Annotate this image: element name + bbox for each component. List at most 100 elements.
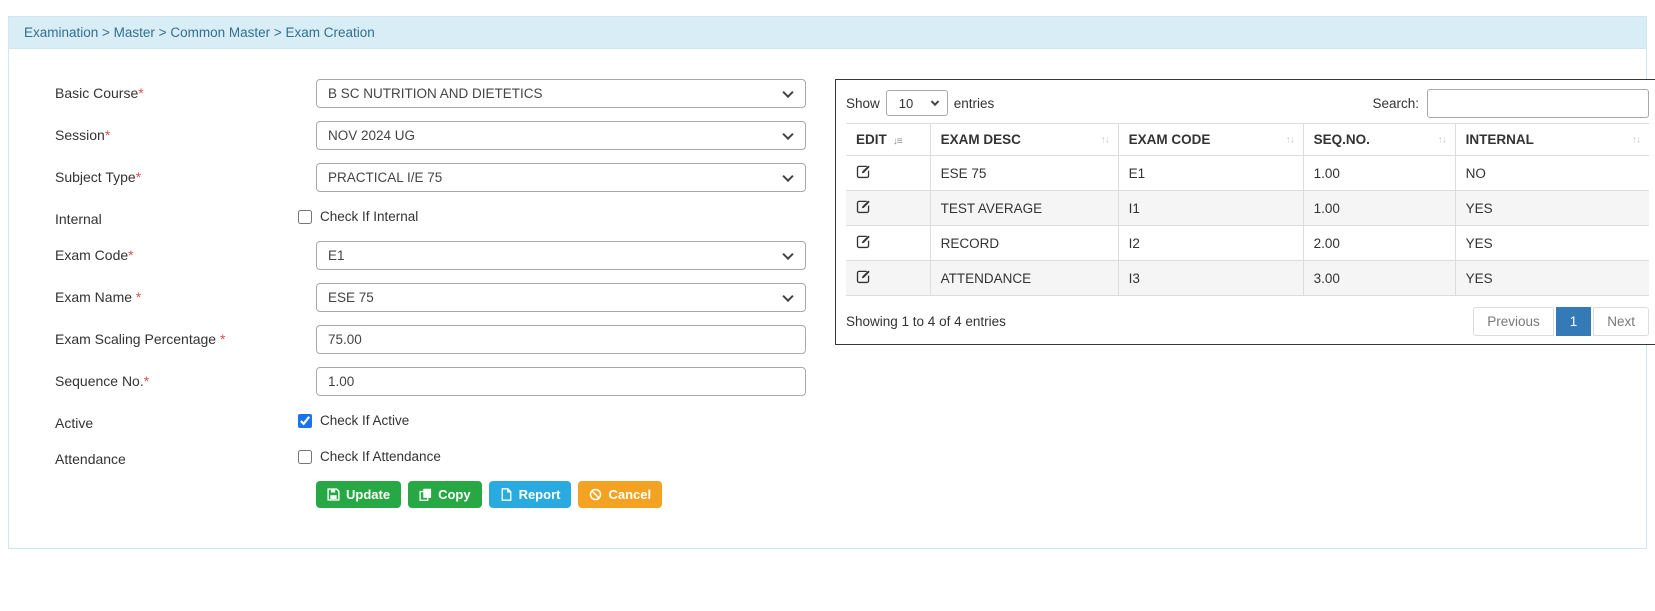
- required-star: *: [138, 85, 143, 101]
- required-star: *: [105, 127, 110, 143]
- table-row: TEST AVERAGE I1 1.00 YES: [846, 191, 1649, 226]
- table-row: ATTENDANCE I3 3.00 YES: [846, 261, 1649, 296]
- breadcrumb: Examination > Master > Common Master > E…: [9, 17, 1646, 49]
- chevron-down-icon: [782, 86, 793, 97]
- search-control: Search:: [1372, 89, 1649, 118]
- entries-label: entries: [954, 96, 995, 111]
- edit-cell: [846, 191, 930, 226]
- basic-course-label: Basic Course*: [55, 79, 316, 101]
- datatable-wrapper: Show 10 entries Search:: [835, 79, 1655, 345]
- sequence-no-input[interactable]: [316, 367, 806, 396]
- exam-table-section: Show 10 entries Search:: [835, 79, 1655, 345]
- pencil-square-icon: [856, 167, 871, 182]
- subject-type-value: PRACTICAL I/E 75: [328, 170, 442, 185]
- required-star: *: [220, 331, 225, 347]
- active-label: Active: [55, 409, 316, 431]
- session-select[interactable]: NOV 2024 UG: [316, 121, 806, 150]
- seq-no-cell: 1.00: [1303, 191, 1455, 226]
- exam-desc-cell: ATTENDANCE: [930, 261, 1118, 296]
- chevron-down-icon: [782, 128, 793, 139]
- form-row-exam-code: Exam Code* E1: [55, 241, 806, 270]
- edit-row-button[interactable]: [856, 164, 871, 179]
- seq-no-cell: 1.00: [1303, 156, 1455, 191]
- basic-course-value: B SC NUTRITION AND DIETETICS: [328, 86, 543, 101]
- pagination-next[interactable]: Next: [1593, 307, 1649, 336]
- column-header-exam-code[interactable]: EXAM CODE↑↓: [1118, 124, 1303, 156]
- datatable-controls: Show 10 entries Search:: [846, 88, 1649, 118]
- report-button[interactable]: Report: [489, 481, 572, 508]
- required-star: *: [128, 247, 133, 263]
- pagination-previous[interactable]: Previous: [1473, 307, 1554, 336]
- exam-code-select[interactable]: E1: [316, 241, 806, 270]
- page-size-select[interactable]: 10: [886, 90, 948, 116]
- chevron-down-icon: [782, 248, 793, 259]
- exam-form: Basic Course* B SC NUTRITION AND DIETETI…: [55, 79, 806, 508]
- chevron-down-icon: [782, 170, 793, 181]
- form-row-exam-name: Exam Name * ESE 75: [55, 283, 806, 312]
- table-info: Showing 1 to 4 of 4 entries: [846, 314, 1006, 329]
- attendance-checkbox[interactable]: [298, 450, 312, 464]
- table-header-row: EDIT↓≡ EXAM DESC↑↓ EXAM CODE↑↓ SEQ.NO.↑↓…: [846, 124, 1649, 156]
- attendance-checkbox-label: Check If Attendance: [320, 449, 441, 464]
- pagination: Previous 1 Next: [1473, 307, 1649, 336]
- active-checkbox[interactable]: [298, 414, 312, 428]
- exam-scaling-input[interactable]: [316, 325, 806, 354]
- internal-cell: YES: [1455, 261, 1649, 296]
- exam-desc-cell: ESE 75: [930, 156, 1118, 191]
- exam-code-value: E1: [328, 248, 345, 263]
- active-checkbox-wrap[interactable]: Check If Active: [298, 409, 409, 428]
- edit-row-button[interactable]: [856, 234, 871, 249]
- column-header-edit[interactable]: EDIT↓≡: [846, 124, 930, 156]
- exam-code-cell: I3: [1118, 261, 1303, 296]
- seq-no-cell: 3.00: [1303, 261, 1455, 296]
- exam-name-select[interactable]: ESE 75: [316, 283, 806, 312]
- subject-type-select[interactable]: PRACTICAL I/E 75: [316, 163, 806, 192]
- pencil-square-icon: [856, 272, 871, 287]
- required-star: *: [136, 289, 141, 305]
- basic-course-select[interactable]: B SC NUTRITION AND DIETETICS: [316, 79, 806, 108]
- internal-cell: YES: [1455, 226, 1649, 261]
- sort-icon: ↓≡: [893, 136, 902, 147]
- session-value: NOV 2024 UG: [328, 128, 415, 143]
- table-row: ESE 75 E1 1.00 NO: [846, 156, 1649, 191]
- internal-cell: NO: [1455, 156, 1649, 191]
- column-header-exam-desc[interactable]: EXAM DESC↑↓: [930, 124, 1118, 156]
- save-icon: [327, 488, 340, 501]
- internal-checkbox-label: Check If Internal: [320, 209, 418, 224]
- exam-creation-panel: Examination > Master > Common Master > E…: [8, 16, 1647, 549]
- datatable-footer: Showing 1 to 4 of 4 entries Previous 1 N…: [846, 307, 1649, 336]
- show-label: Show: [846, 96, 880, 111]
- attendance-checkbox-wrap[interactable]: Check If Attendance: [298, 445, 441, 464]
- internal-checkbox-wrap[interactable]: Check If Internal: [298, 205, 418, 224]
- edit-cell: [846, 156, 930, 191]
- exam-code-cell: E1: [1118, 156, 1303, 191]
- exam-scaling-label: Exam Scaling Percentage *: [55, 325, 316, 347]
- column-header-seq-no[interactable]: SEQ.NO.↑↓: [1303, 124, 1455, 156]
- search-label: Search:: [1372, 96, 1419, 111]
- exam-desc-cell: TEST AVERAGE: [930, 191, 1118, 226]
- edit-row-button[interactable]: [856, 199, 871, 214]
- edit-row-button[interactable]: [856, 269, 871, 284]
- internal-checkbox[interactable]: [298, 210, 312, 224]
- required-star: *: [136, 169, 141, 185]
- form-row-sequence-no: Sequence No.*: [55, 367, 806, 396]
- exam-code-cell: I2: [1118, 226, 1303, 261]
- form-row-internal: Internal Check If Internal: [55, 205, 806, 227]
- sequence-no-label: Sequence No.*: [55, 367, 316, 389]
- search-input[interactable]: [1427, 89, 1649, 118]
- edit-cell: [846, 261, 930, 296]
- cancel-button[interactable]: Cancel: [578, 481, 662, 508]
- pdf-icon: [500, 488, 513, 501]
- subject-type-label: Subject Type*: [55, 163, 316, 185]
- sort-icon: ↑↓: [1101, 134, 1109, 145]
- column-header-internal[interactable]: INTERNAL↑↓: [1455, 124, 1649, 156]
- required-star: *: [144, 373, 149, 389]
- pagination-page-1[interactable]: 1: [1556, 307, 1592, 336]
- copy-button[interactable]: Copy: [408, 481, 482, 508]
- table-row: RECORD I2 2.00 YES: [846, 226, 1649, 261]
- update-button[interactable]: Update: [316, 481, 401, 508]
- form-row-active: Active Check If Active: [55, 409, 806, 431]
- copy-icon: [419, 488, 432, 501]
- seq-no-cell: 2.00: [1303, 226, 1455, 261]
- form-row-session: Session* NOV 2024 UG: [55, 121, 806, 150]
